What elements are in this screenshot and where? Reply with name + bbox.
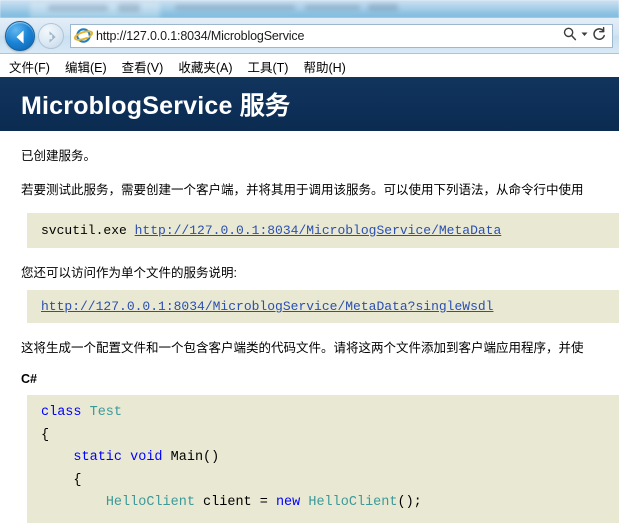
code-line: { (27, 470, 619, 493)
svcutil-command-block: svcutil.exe http://127.0.0.1:8034/Microb… (27, 213, 619, 248)
code-token: HelloClient (308, 495, 398, 510)
svcutil-exe-text: svcutil.exe (41, 223, 135, 238)
page-viewport: MicroblogService 服务 已创建服务。 若要测试此服务，需要创建一… (0, 77, 619, 523)
menu-help[interactable]: 帮助(H) (303, 57, 345, 76)
single-wsdl-block: http://127.0.0.1:8034/MicroblogService/M… (27, 290, 619, 323)
back-arrow-glyph (16, 30, 24, 44)
code-line: class Test (27, 402, 619, 425)
code-token: (); (397, 495, 422, 510)
single-file-description-text: 您还可以访问作为单个文件的服务说明: (21, 266, 237, 280)
test-service-intro: 若要测试此服务，需要创建一个客户端，并将其用于调用该服务。可以使用下列语法，从命… (21, 183, 584, 197)
menu-favorites[interactable]: 收藏夹(A) (178, 57, 232, 76)
menu-view[interactable]: 查看(V) (122, 57, 164, 76)
address-bar[interactable]: http://127.0.0.1:8034/MicroblogService (70, 24, 613, 48)
code-line: HelloClient client = new HelloClient(); (27, 492, 619, 515)
code-token: void (130, 450, 171, 465)
csharp-label: C# (21, 372, 37, 386)
code-token: new (275, 495, 309, 510)
menu-file[interactable]: 文件(F) (9, 57, 50, 76)
internet-explorer-icon (73, 27, 94, 45)
code-token: { (41, 427, 50, 443)
menu-tools[interactable]: 工具(T) (247, 57, 288, 76)
forward-arrow-icon[interactable] (38, 23, 64, 49)
address-input[interactable]: http://127.0.0.1:8034/MicroblogService (94, 29, 562, 43)
svcutil-metadata-link[interactable]: http://127.0.0.1:8034/MicroblogService/M… (135, 223, 502, 238)
browser-toolbar: http://127.0.0.1:8034/MicroblogService (0, 18, 619, 54)
menu-edit[interactable]: 编辑(E) (65, 57, 107, 76)
service-banner: MicroblogService 服务 (0, 77, 619, 131)
code-line: static void Main() (27, 447, 619, 470)
code-token: static (73, 450, 131, 465)
code-token: { (73, 472, 82, 488)
csharp-code-sample: class Test { static void Main() { HelloCl… (27, 395, 619, 523)
forward-arrow-glyph (49, 31, 56, 43)
browser-window: http://127.0.0.1:8034/MicroblogService 文… (0, 0, 619, 523)
code-token: client = (194, 495, 276, 510)
code-token: Main() (170, 450, 220, 465)
code-token: class (41, 405, 90, 420)
single-wsdl-link[interactable]: http://127.0.0.1:8034/MicroblogService/M… (41, 299, 493, 314)
chevron-down-icon[interactable] (580, 26, 589, 47)
service-created-text: 已创建服务。 (21, 149, 97, 163)
generate-files-text: 这将生成一个配置文件和一个包含客户端类的代码文件。请将这两个文件添加到客户端应用… (21, 341, 584, 355)
page-title: MicroblogService 服务 (21, 92, 291, 120)
address-bar-icons (562, 26, 612, 47)
code-token: HelloClient (105, 495, 195, 510)
code-line: { (27, 425, 619, 448)
refresh-icon[interactable] (591, 26, 607, 47)
page-content: 已创建服务。 若要测试此服务，需要创建一个客户端，并将其用于调用该服务。可以使用… (0, 131, 619, 523)
code-token: Test (89, 405, 123, 420)
menu-bar: 文件(F) 编辑(E) 查看(V) 收藏夹(A) 工具(T) 帮助(H) (0, 55, 619, 77)
window-glass-strip (0, 0, 619, 18)
back-arrow-icon[interactable] (5, 21, 35, 51)
search-icon[interactable] (562, 26, 578, 47)
